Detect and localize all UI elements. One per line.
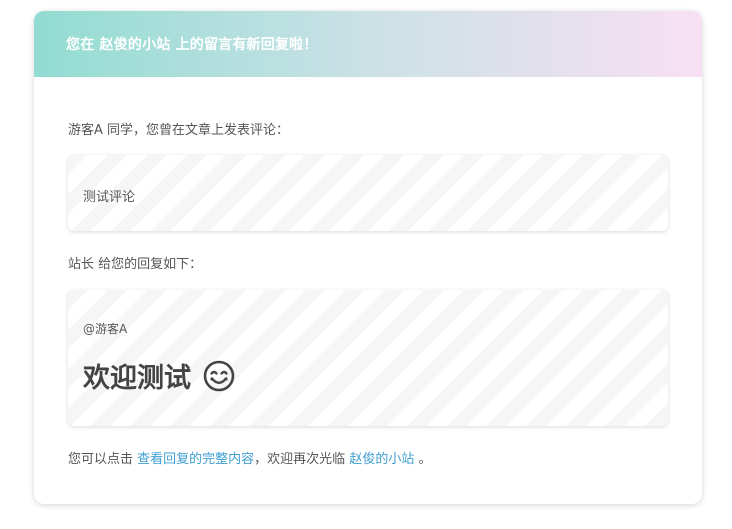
reply-message-row: 欢迎测试 — [83, 356, 235, 395]
comment-text: 测试评论 — [83, 190, 136, 205]
reply-message: 欢迎测试 — [83, 363, 191, 394]
footer-suffix: 。 — [418, 452, 432, 467]
view-full-reply-link[interactable]: 查看回复的完整内容 — [137, 452, 254, 467]
footer-middle: ，欢迎再次光临 — [254, 452, 346, 467]
email-card: 您在 赵俊的小站 上的留言有新回复啦！ 游客A 同学，您曾在文章上发表评论： 测… — [34, 11, 702, 504]
reply-intro-line: 站长 给您的回复如下： — [68, 253, 202, 272]
header-suffix: 上的留言有新回复啦！ — [175, 37, 318, 53]
reply-mention: @游客A — [83, 322, 128, 336]
footer-prefix: 您可以点击 — [68, 452, 134, 467]
footer-line: 您可以点击 查看回复的完整内容，欢迎再次光临 赵俊的小站 。 — [68, 448, 432, 467]
site-link[interactable]: 赵俊的小站 — [349, 452, 414, 467]
header-prefix: 您在 — [66, 37, 95, 53]
header-title: 您在 赵俊的小站 上的留言有新回复啦！ — [66, 34, 318, 54]
intro-line: 游客A 同学，您曾在文章上发表评论： — [68, 119, 289, 138]
reply-box: @游客A 欢迎测试 — [68, 290, 668, 426]
intro-text: 同学，您曾在文章上发表评论： — [107, 123, 290, 138]
reply-author: 站长 — [68, 257, 95, 272]
smile-icon — [203, 360, 235, 391]
header-banner: 您在 赵俊的小站 上的留言有新回复啦！ — [34, 11, 702, 77]
intro-user: 游客A — [68, 123, 103, 138]
reply-intro-text: 给您的回复如下： — [98, 257, 203, 272]
header-site-name: 赵俊的小站 — [99, 37, 171, 53]
comment-box: 测试评论 — [68, 155, 668, 231]
